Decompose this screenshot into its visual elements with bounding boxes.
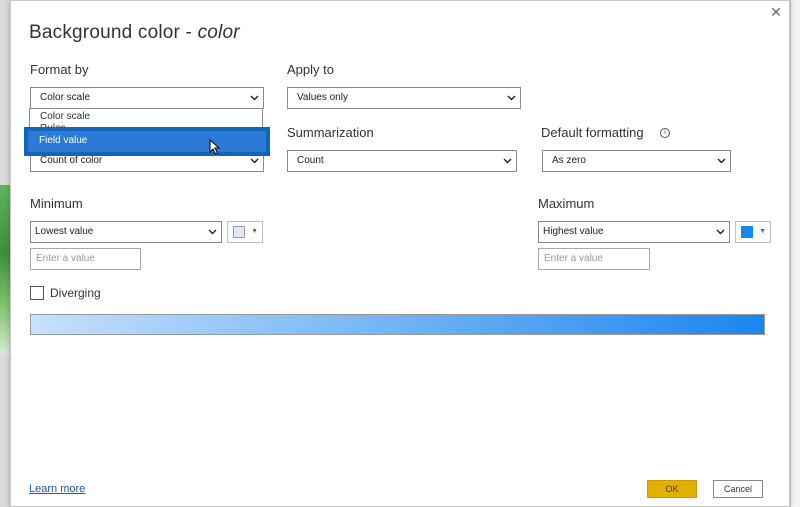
background-app-left [0,0,10,507]
diverging-checkbox[interactable] [30,286,44,300]
minimum-label: Minimum [30,196,83,211]
highlight-box [24,127,270,156]
minimum-select[interactable]: Lowest value [30,221,222,243]
cancel-button[interactable]: Cancel [713,480,763,498]
background-app-right [790,0,800,507]
chevron-down-icon [207,222,217,242]
based-on-field-value: Count of color [40,155,103,166]
format-by-label: Format by [30,62,89,77]
chevron-down-icon [506,88,516,108]
summarization-select[interactable]: Count [287,150,517,172]
maximum-value: Highest value [543,226,604,237]
apply-to-label: Apply to [287,62,334,77]
apply-to-value: Values only [297,92,348,103]
caret-down-icon: ▼ [759,228,766,235]
minimum-color-picker[interactable]: ▼ [227,221,263,243]
maximum-color-swatch [741,226,753,238]
chevron-down-icon [715,222,725,242]
default-formatting-select[interactable]: As zero [542,150,731,172]
maximum-color-picker[interactable]: ▼ [735,221,771,243]
dialog-title: Background color - color [29,22,240,44]
apply-to-select[interactable]: Values only [287,87,521,109]
close-icon[interactable]: ✕ [769,5,783,19]
dialog-title-main: Background color - [29,22,198,43]
dialog-title-field: color [197,22,240,43]
maximum-value-input[interactable]: Enter a value [538,248,650,270]
maximum-select[interactable]: Highest value [538,221,730,243]
color-scale-preview [30,314,765,335]
summarization-value: Count [297,155,324,166]
default-formatting-label: Default formatting [541,125,644,140]
default-formatting-value: As zero [552,155,586,166]
learn-more-link[interactable]: Learn more [29,483,85,495]
summarization-label: Summarization [287,125,374,140]
diverging-label: Diverging [50,286,101,300]
maximum-label: Maximum [538,196,595,211]
ok-button[interactable]: OK [647,480,697,498]
chevron-down-icon [249,88,259,108]
background-color-dialog: Background color - color ✕ Format by Col… [10,0,790,507]
info-icon[interactable]: i [660,128,670,138]
format-by-value: Color scale [40,92,91,103]
chevron-down-icon [502,151,512,171]
chevron-down-icon [716,151,726,171]
minimum-color-swatch [233,226,245,238]
minimum-value: Lowest value [35,226,94,237]
background-chart-fragment [0,185,10,355]
mouse-cursor-icon [209,139,221,155]
minimum-value-input[interactable]: Enter a value [30,248,141,270]
format-by-select[interactable]: Color scale [30,87,264,109]
dropdown-option-color-scale[interactable]: Color scale [40,111,90,122]
caret-down-icon: ▼ [251,228,258,235]
